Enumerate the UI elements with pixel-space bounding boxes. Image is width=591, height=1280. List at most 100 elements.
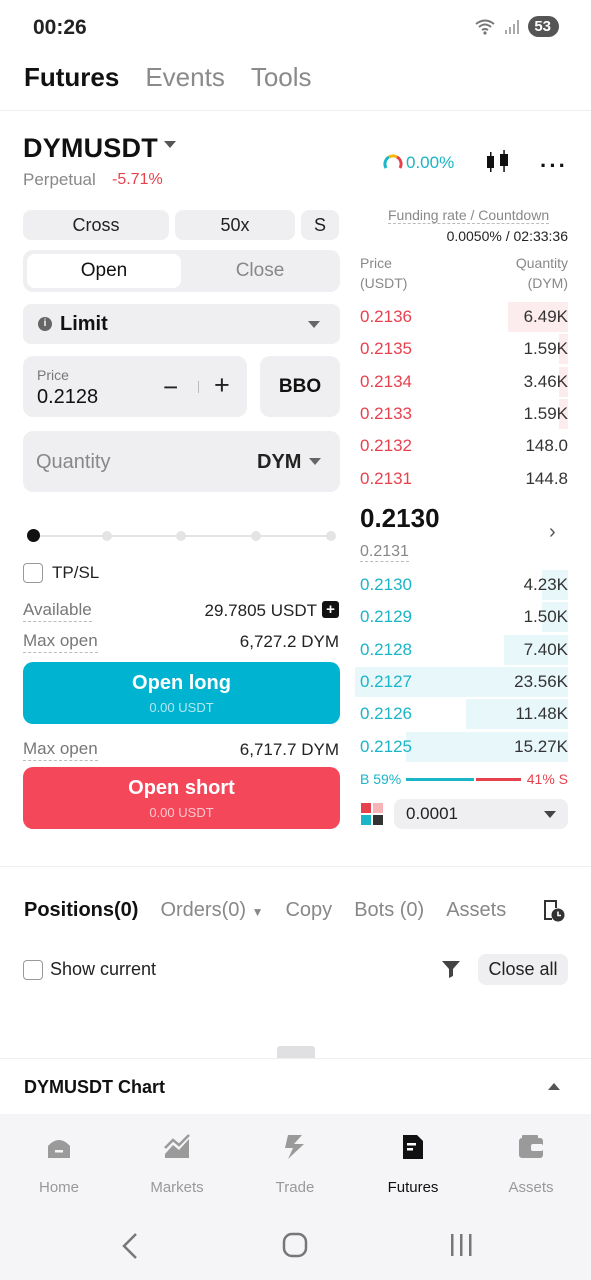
ask-row[interactable]: 0.2133 1.59K (355, 398, 568, 429)
bid-row[interactable]: 0.2129 1.50K (355, 602, 568, 633)
show-current-checkbox[interactable] (23, 960, 43, 980)
chevron-down-icon[interactable] (164, 141, 176, 148)
tpsl-label: TP/SL (52, 563, 100, 582)
funding-rate-label[interactable]: Funding rate / Countdown (388, 207, 550, 224)
nav-home[interactable]: Home (9, 1132, 109, 1196)
buy-ratio: B 59% (360, 771, 402, 787)
back-icon[interactable] (120, 1232, 140, 1260)
bid-row[interactable]: 0.2128 7.40K (355, 634, 568, 665)
recents-icon[interactable] (449, 1232, 473, 1258)
trade-icon (285, 1135, 304, 1159)
slider-step-50[interactable] (176, 531, 186, 541)
ask-price: 0.2135 (360, 339, 412, 359)
order-type-select[interactable]: i Limit (23, 304, 340, 344)
tab-orders-label: Orders(0) (160, 899, 247, 921)
bid-quantity: 4.23K (523, 575, 568, 594)
ask-quantity: 6.49K (523, 307, 568, 326)
price-value[interactable]: 0.2128 (37, 386, 98, 409)
sell-ratio-bar (476, 778, 521, 781)
nav-markets[interactable]: Markets (127, 1132, 227, 1196)
ask-row[interactable]: 0.2136 6.49K (355, 302, 568, 332)
tab-futures[interactable]: Futures (24, 62, 119, 93)
nav-trade[interactable]: Trade (245, 1132, 345, 1196)
buy-ratio-bar (406, 778, 474, 781)
show-current-label: Show current (50, 959, 157, 979)
tab-positions[interactable]: Positions(0) (24, 899, 138, 922)
home-button-icon[interactable] (282, 1232, 308, 1258)
info-icon[interactable]: i (38, 317, 52, 331)
chart-drawer-bar[interactable]: DYMUSDT Chart (0, 1058, 591, 1114)
slider-step-25[interactable] (102, 531, 112, 541)
orderbook-layout-icon[interactable] (361, 803, 383, 825)
candlestick-icon[interactable] (485, 149, 511, 175)
gauge-icon[interactable] (383, 153, 403, 173)
slider-handle[interactable] (27, 529, 40, 542)
bid-quantity: 11.48K (515, 704, 568, 724)
slider-step-75[interactable] (251, 531, 261, 541)
price-change: -5.71% (112, 171, 163, 188)
margin-mode-button[interactable]: Cross (23, 210, 169, 240)
available-label: Available (23, 600, 92, 622)
gauge-percent[interactable]: 0.00% (406, 153, 454, 173)
chevron-right-icon[interactable]: › (549, 521, 556, 544)
close-all-button[interactable]: Close all (478, 954, 568, 985)
ask-price: 0.2132 (360, 436, 412, 456)
tab-orders[interactable]: Orders(0) ▼ (160, 899, 263, 922)
orderbook-qty-header: Quantity (DYM) (516, 253, 568, 293)
minus-icon[interactable]: − (163, 372, 178, 403)
history-icon[interactable] (540, 897, 566, 923)
slider-step-100[interactable] (326, 531, 336, 541)
nav-assets[interactable]: Assets (481, 1132, 581, 1196)
qty-header-unit: (DYM) (527, 275, 568, 291)
close-tab[interactable]: Close (183, 254, 337, 288)
plus-icon[interactable]: + (214, 370, 230, 401)
filter-icon[interactable] (441, 959, 461, 979)
tpsl-checkbox[interactable] (23, 563, 43, 583)
tab-events[interactable]: Events (145, 62, 225, 93)
bbo-button[interactable]: BBO (260, 356, 340, 417)
price-input[interactable]: Price 0.2128 − + (23, 356, 247, 417)
open-tab[interactable]: Open (27, 254, 181, 288)
max-open-short-label: Max open (23, 739, 98, 761)
transfer-plus-icon[interactable]: + (322, 601, 339, 618)
open-short-label: Open short (128, 777, 235, 799)
bid-row[interactable]: 0.2126 11.48K (355, 699, 568, 730)
wifi-icon (475, 19, 495, 35)
ask-row[interactable]: 0.2134 3.46K (355, 366, 568, 397)
open-short-button[interactable]: Open short 0.00 USDT (23, 767, 340, 829)
more-icon[interactable]: ··· (540, 153, 568, 179)
chevron-down-icon[interactable] (309, 458, 321, 465)
tab-assets[interactable]: Assets (446, 899, 506, 922)
bid-quantity: 1.50K (523, 607, 568, 627)
nav-futures[interactable]: Futures (363, 1132, 463, 1196)
ask-row[interactable]: 0.2135 1.59K (355, 334, 568, 365)
precision-select[interactable]: 0.0001 (394, 799, 568, 829)
contract-type: Perpetual (23, 170, 96, 189)
last-price[interactable]: 0.2130 (360, 503, 440, 534)
leverage-button[interactable]: 50x (175, 210, 295, 240)
ask-row[interactable]: 0.2131 144.8 (355, 464, 568, 494)
tab-tools[interactable]: Tools (251, 62, 312, 93)
position-mode-button[interactable]: S (301, 210, 339, 240)
quantity-input[interactable]: Quantity DYM (23, 431, 340, 492)
open-long-label: Open long (132, 672, 231, 694)
tab-copy[interactable]: Copy (285, 899, 332, 922)
status-time: 00:26 (33, 16, 87, 39)
nav-home-label: Home (38, 1179, 79, 1196)
ask-row[interactable]: 0.2132 148.0 (355, 431, 568, 461)
bid-price: 0.2130 (360, 575, 412, 594)
bid-row[interactable]: 0.2125 15.27K (355, 731, 568, 762)
chevron-up-icon[interactable] (548, 1083, 560, 1090)
quantity-unit-select[interactable]: DYM (257, 451, 301, 474)
wallet-icon (519, 1135, 543, 1158)
bid-row[interactable]: 0.2130 4.23K (355, 570, 568, 600)
order-type-label: Limit (60, 313, 108, 335)
ask-quantity: 1.59K (523, 403, 568, 423)
chevron-down-icon (544, 811, 556, 818)
open-long-button[interactable]: Open long 0.00 USDT (23, 662, 340, 724)
bid-row[interactable]: 0.2127 23.56K (355, 666, 568, 697)
tab-bots[interactable]: Bots (0) (354, 899, 424, 922)
home-icon (48, 1140, 70, 1158)
ask-quantity: 3.46K (523, 371, 568, 391)
pair-selector[interactable]: DYMUSDT (23, 133, 158, 164)
